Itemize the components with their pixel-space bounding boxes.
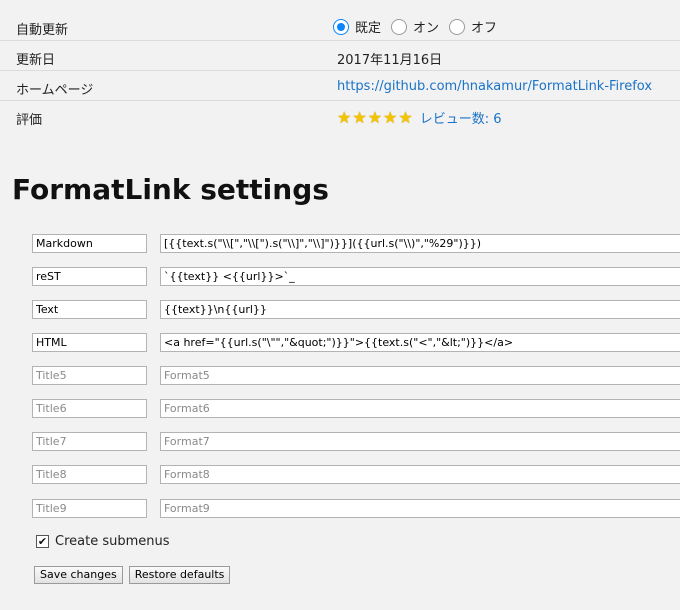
auto-update-label: 自動更新 [16,23,69,38]
rating-label: 評価 [16,113,43,128]
format-row [32,499,680,520]
radio-on[interactable] [391,18,408,35]
format-row [32,399,680,420]
create-submenus-label: Create submenus [55,534,170,549]
title-input[interactable] [32,432,147,451]
save-changes-button[interactable]: Save changes [34,566,123,584]
star-icon: ★ [367,107,383,127]
auto-update-default-option[interactable]: 既定 [333,17,381,36]
title-input[interactable] [32,499,147,518]
star-icon: ★ [337,107,352,127]
format-row [32,366,680,387]
settings-title: FormatLink settings [12,173,329,206]
auto-update-on-option[interactable]: オン [391,17,439,36]
title-input[interactable] [32,399,147,418]
format-row [32,465,680,486]
format-row [32,300,680,321]
radio-on-label: オン [413,21,440,36]
auto-update-radio-group: 既定 オン オフ [333,17,507,36]
restore-defaults-button[interactable]: Restore defaults [128,566,231,584]
radio-off[interactable] [449,18,466,35]
format-input[interactable] [160,300,680,319]
create-submenus-option[interactable]: ✔ Create submenus [36,534,170,549]
title-input[interactable] [32,366,147,385]
title-input[interactable] [32,333,147,352]
format-input[interactable] [160,432,680,451]
settings-buttons: Save changes Restore defaults [34,566,236,584]
format-input[interactable] [160,499,680,518]
format-row [32,333,680,354]
title-input[interactable] [32,300,147,319]
review-count-link[interactable]: レビュー数: 6 [420,108,502,127]
format-row [32,234,680,255]
format-input[interactable] [160,333,680,352]
homepage-label: ホームページ [16,83,94,98]
create-submenus-checkbox[interactable]: ✔ [36,535,49,548]
title-input[interactable] [32,267,147,286]
format-row [32,432,680,453]
radio-default[interactable] [333,18,349,35]
star-icon: ★ [383,107,398,127]
updated-label: 更新日 [16,53,56,68]
auto-update-row: 自動更新 既定 オン オフ [0,12,680,41]
title-input[interactable] [32,234,147,253]
format-input[interactable] [160,465,680,484]
updated-row: 更新日 2017年11月16日 [0,42,680,71]
homepage-link[interactable]: https://github.com/hnakamur/FormatLink-F… [337,79,652,94]
star-icon: ★ [352,107,367,127]
rating-stars: ★ ★ ★ ★ ★ レビュー数: 6 [337,108,502,127]
rating-row: 評価 ★ ★ ★ ★ ★ レビュー数: 6 [0,102,680,131]
format-input[interactable] [160,399,680,418]
radio-off-label: オフ [471,21,498,36]
format-input[interactable] [160,267,680,286]
title-input[interactable] [32,465,147,484]
homepage-row: ホームページ https://github.com/hnakamur/Forma… [0,72,680,101]
updated-value: 2017年11月16日 [337,53,443,68]
format-input[interactable] [160,234,680,253]
auto-update-off-option[interactable]: オフ [449,17,497,36]
radio-default-label: 既定 [355,21,382,36]
star-icon: ★ [398,107,413,127]
format-row [32,267,680,288]
format-input[interactable] [160,366,680,385]
